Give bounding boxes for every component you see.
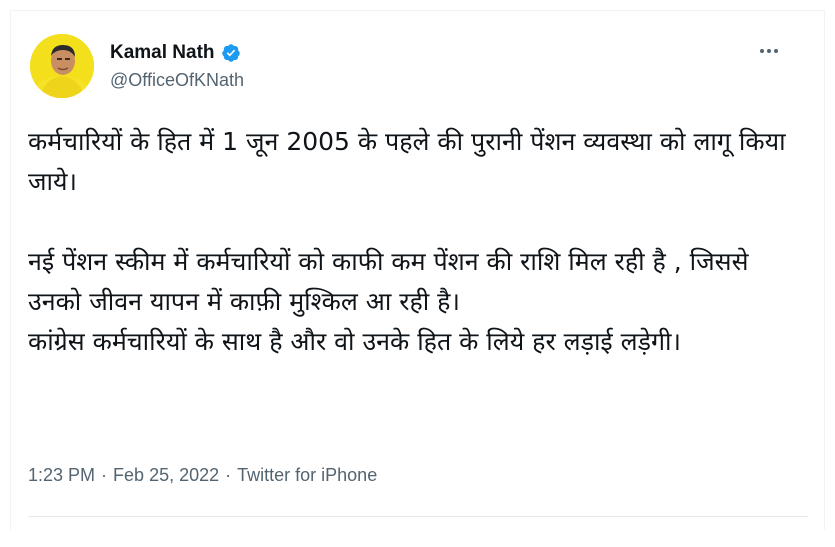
verified-badge-icon [221,44,240,62]
profile-photo-icon [30,34,94,98]
display-name[interactable]: Kamal Nath [110,42,215,64]
tweet-paragraph-1: कर्मचारियों के हित में 1 जून 2005 के पहल… [28,127,786,196]
avatar[interactable] [30,34,94,98]
meta-separator: · [101,465,108,485]
tweet-metadata: 1:23 PM · Feb 25, 2022 · Twitter for iPh… [28,465,377,486]
card-left-border [10,10,11,530]
author-handle[interactable]: @OfficeOfKNath [110,70,244,91]
divider [28,516,808,517]
meta-separator: · [225,465,232,485]
more-options-icon[interactable] [754,40,784,62]
dot-icon [760,49,764,53]
dot-icon [774,49,778,53]
dot-icon [767,49,771,53]
card-right-border [824,10,825,530]
card-top-border [10,10,825,11]
tweet-time-link[interactable]: 1:23 PM [28,465,95,486]
tweet-card: Kamal Nath @OfficeOfKNath कर्मचारियों के… [0,0,835,547]
tweet-date-link[interactable]: Feb 25, 2022 [113,465,219,486]
author-name-row[interactable]: Kamal Nath [110,42,241,64]
tweet-paragraph-2-line-2: कांग्रेस कर्मचारियों के साथ है और वो उनक… [28,327,681,356]
tweet-text: कर्मचारियों के हित में 1 जून 2005 के पहल… [28,122,808,362]
tweet-paragraph-2-line-1: नई पेंशन स्कीम में कर्मचारियों को काफी क… [28,247,749,316]
tweet-source-link[interactable]: Twitter for iPhone [237,465,377,486]
